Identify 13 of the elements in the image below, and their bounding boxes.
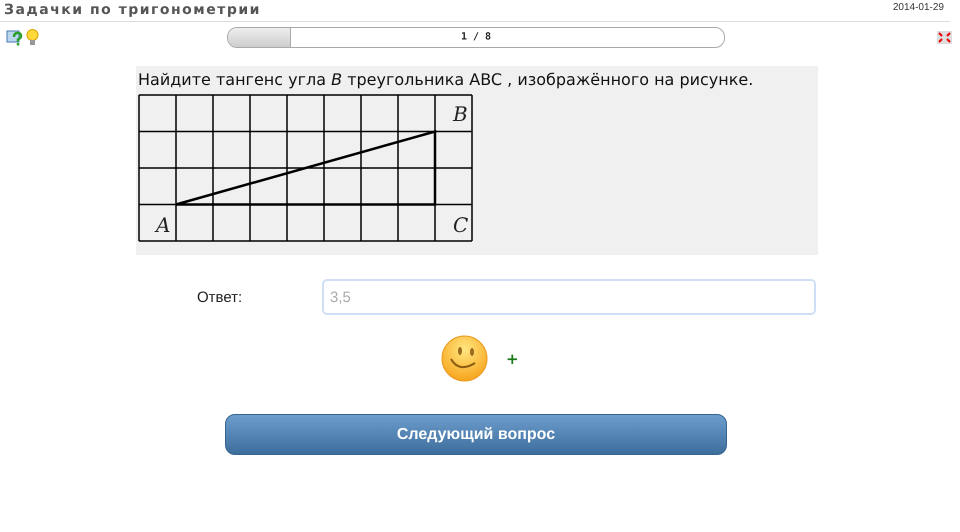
page-title: Задачки по тригонометрии — [4, 2, 261, 18]
answer-field[interactable]: 3,5 — [322, 279, 816, 315]
progress-label: 1 / 8 — [460, 32, 492, 42]
question-text: Найдите тангенс угла B треугольника ABC , изображённого на рисунке. — [138, 70, 754, 89]
triangle-figure: B A C — [138, 94, 473, 242]
next-question-button[interactable]: Следующий вопрос — [225, 414, 727, 455]
fullscreen-icon[interactable] — [937, 30, 952, 44]
answer-label: Ответ: — [197, 288, 244, 306]
date-label: 2014-01-29 — [892, 2, 944, 13]
lightbulb-icon[interactable] — [26, 28, 39, 46]
smiley-icon — [441, 335, 488, 382]
help-icon[interactable] — [6, 28, 24, 46]
correct-mark: + — [506, 350, 519, 368]
